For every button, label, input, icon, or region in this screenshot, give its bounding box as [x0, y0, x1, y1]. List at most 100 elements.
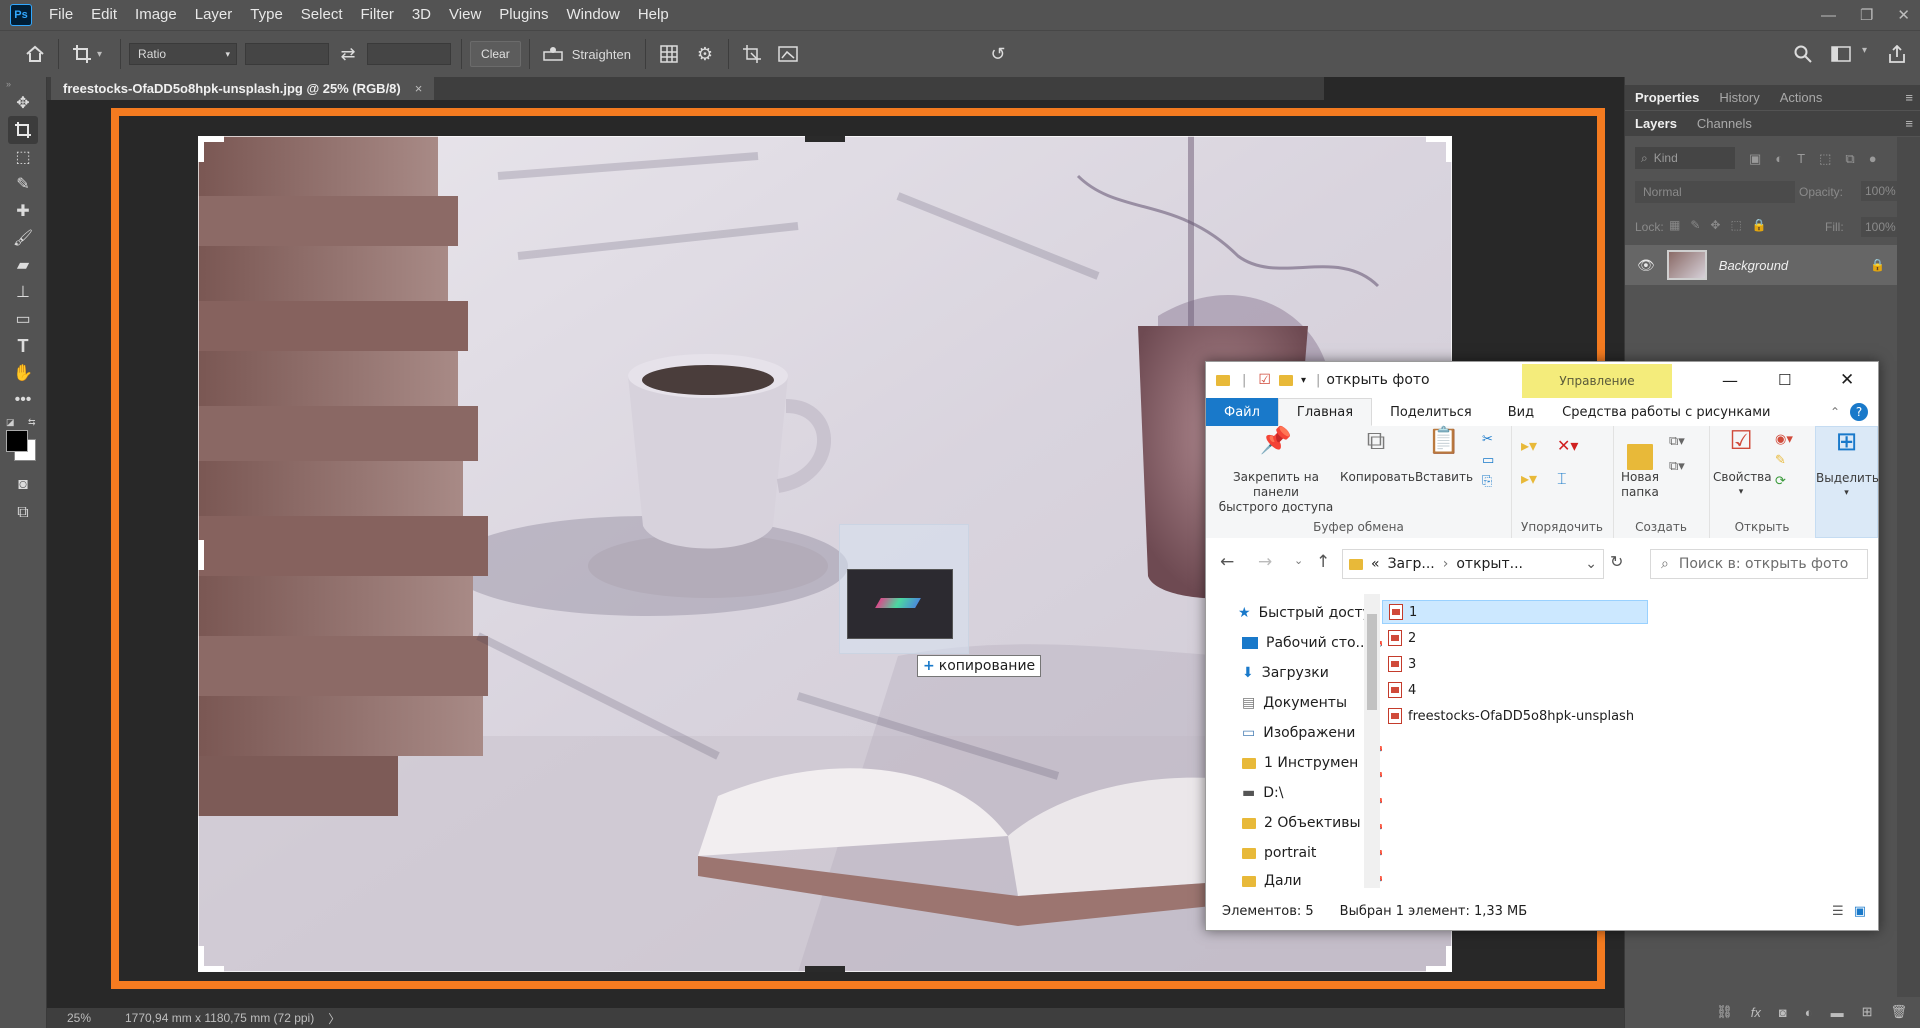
paste-button[interactable]: 📋 Вставить: [1414, 428, 1474, 485]
default-colors-icon[interactable]: ◪: [6, 417, 15, 428]
address-bar[interactable]: « Загр... › открыт... ⌄: [1342, 549, 1604, 579]
ratio-select[interactable]: Ratio ▾: [129, 43, 238, 65]
chevron-down-icon[interactable]: ▾: [1862, 45, 1867, 56]
collapse-icon[interactable]: »: [6, 79, 11, 89]
lock-all-icon[interactable]: 🔒: [1752, 218, 1767, 232]
more-tools-icon[interactable]: •••: [8, 386, 38, 414]
adjustment-filter-icon[interactable]: ◐: [1775, 151, 1783, 167]
screen-mode-icon[interactable]: ⧉: [8, 499, 38, 527]
nav-documents[interactable]: ▤ Документы: [1242, 692, 1347, 714]
menu-image[interactable]: Image: [126, 0, 186, 30]
close-icon[interactable]: ✕: [1897, 6, 1910, 24]
pixel-filter-icon[interactable]: ▣: [1749, 151, 1761, 167]
gear-icon[interactable]: ⚙: [690, 39, 720, 69]
details-view-icon[interactable]: ☰: [1832, 904, 1844, 919]
document-tab[interactable]: freestocks-OfaDD5o8hpk-unsplash.jpg @ 25…: [51, 77, 435, 100]
fill-input[interactable]: 100%: [1861, 217, 1901, 237]
nav-quick-access[interactable]: ★ Быстрый доступ: [1238, 602, 1380, 624]
refresh-icon[interactable]: ↻: [1610, 552, 1623, 571]
crop-tool-icon[interactable]: [8, 116, 38, 144]
chevron-down-icon[interactable]: ⌄: [1585, 556, 1597, 572]
menu-file[interactable]: File: [40, 0, 82, 30]
help-icon[interactable]: ?: [1850, 403, 1868, 421]
up-icon[interactable]: ↑: [1316, 552, 1330, 572]
close-tab-icon[interactable]: ×: [415, 81, 423, 96]
layer-row-background[interactable]: 👁 Background 🔒: [1625, 245, 1897, 285]
file-item-5[interactable]: freestocks-OfaDD5o8hpk-unsplash: [1382, 704, 1672, 728]
paste-shortcut-icon[interactable]: ⎘: [1482, 474, 1494, 489]
filter-toggle-icon[interactable]: ●: [1869, 151, 1877, 167]
copy-button[interactable]: ⧉ Копировать: [1340, 428, 1415, 485]
open-with-icon[interactable]: ◉▾: [1775, 432, 1793, 447]
menu-plugins[interactable]: Plugins: [490, 0, 557, 30]
quick-mask-icon[interactable]: ◙: [8, 471, 38, 499]
recent-locations-icon[interactable]: ⌄: [1294, 554, 1303, 567]
group-icon[interactable]: ▬: [1831, 1005, 1844, 1020]
tab-layers[interactable]: Layers: [1625, 116, 1687, 131]
select-button[interactable]: ⊞ Выделить ▾: [1816, 429, 1879, 501]
forward-icon[interactable]: →: [1258, 552, 1272, 572]
tab-share[interactable]: Поделиться: [1372, 398, 1490, 426]
collapse-ribbon-icon[interactable]: ⌃: [1830, 405, 1840, 419]
nav-folder-1[interactable]: 1 Инструмен: [1242, 752, 1358, 774]
menu-layer[interactable]: Layer: [186, 0, 242, 30]
straighten-icon[interactable]: [538, 39, 568, 69]
tab-history[interactable]: History: [1709, 90, 1769, 105]
manage-context-tab[interactable]: Управление: [1522, 364, 1672, 398]
reset-icon[interactable]: ↺: [983, 39, 1013, 69]
workspace-icon[interactable]: [1826, 39, 1856, 69]
stamp-tool-icon[interactable]: ⊥: [8, 278, 38, 306]
eye-icon[interactable]: 👁: [1637, 257, 1655, 274]
panel-menu-icon[interactable]: ≡: [1905, 90, 1913, 105]
lock-artboard-icon[interactable]: ⬚: [1730, 218, 1741, 232]
tab-picture-tools[interactable]: Средства работы с рисунками: [1552, 398, 1780, 426]
swap-icon[interactable]: ⇄: [333, 39, 363, 69]
blend-mode-select[interactable]: Normal: [1635, 181, 1795, 203]
fx-icon[interactable]: fx: [1751, 1005, 1761, 1020]
nav-downloads[interactable]: ⬇ Загрузки: [1242, 662, 1329, 684]
content-aware-icon[interactable]: [773, 39, 803, 69]
crop-tool-icon[interactable]: [67, 39, 97, 69]
new-layer-icon[interactable]: ⊞: [1862, 1004, 1873, 1020]
add-mask-icon[interactable]: ◙: [1779, 1005, 1787, 1020]
back-icon[interactable]: ←: [1220, 552, 1234, 572]
file-item-3[interactable]: 3: [1382, 652, 1648, 676]
tab-home[interactable]: Главная: [1277, 398, 1373, 426]
nav-pictures[interactable]: ▭ Изображени: [1242, 722, 1355, 744]
straighten-label[interactable]: Straighten: [572, 47, 631, 62]
lock-transparency-icon[interactable]: ▦: [1669, 218, 1680, 232]
tab-actions[interactable]: Actions: [1770, 90, 1833, 105]
adjustment-layer-icon[interactable]: ◐: [1805, 1005, 1813, 1020]
lock-paint-icon[interactable]: ✎: [1690, 218, 1700, 232]
kind-filter[interactable]: ⌕ Kind: [1635, 147, 1735, 169]
layer-name[interactable]: Background: [1719, 258, 1788, 273]
new-folder-quick-icon[interactable]: [1278, 374, 1293, 386]
menu-3d[interactable]: 3D: [403, 0, 440, 30]
grid-overlay-icon[interactable]: [654, 39, 684, 69]
link-layers-icon[interactable]: ⛓: [1716, 1004, 1733, 1020]
trash-icon[interactable]: 🗑: [1890, 1004, 1907, 1020]
tab-file[interactable]: Файл: [1206, 398, 1278, 426]
brush-tool-icon[interactable]: 🖌: [8, 224, 38, 252]
eyedropper-tool-icon[interactable]: ✎: [8, 170, 38, 198]
tab-properties[interactable]: Properties: [1625, 90, 1709, 105]
restore-icon[interactable]: ❐: [1860, 6, 1873, 24]
file-item-4[interactable]: 4: [1382, 678, 1648, 702]
file-item-2[interactable]: 2: [1382, 626, 1648, 650]
menu-help[interactable]: Help: [629, 0, 678, 30]
move-tool-icon[interactable]: ✥: [8, 89, 38, 117]
nav-dali[interactable]: Дали: [1242, 872, 1302, 890]
lock-position-icon[interactable]: ✥: [1710, 218, 1720, 232]
gradient-tool-icon[interactable]: ▭: [8, 305, 38, 333]
delete-cropped-pixels-icon[interactable]: [737, 39, 767, 69]
object-selection-tool-icon[interactable]: ⬚: [8, 143, 38, 171]
cut-icon[interactable]: ✂: [1482, 432, 1494, 447]
type-tool-icon[interactable]: T: [8, 332, 38, 360]
menu-type[interactable]: Type: [241, 0, 292, 30]
properties-quick-icon[interactable]: ☑: [1258, 372, 1271, 388]
panel-menu-icon[interactable]: ≡: [1905, 116, 1913, 131]
nav-scrollbar[interactable]: [1364, 594, 1380, 888]
status-menu-arrow[interactable]: 〉: [328, 1010, 340, 1027]
easy-access-icon[interactable]: ⧉▾: [1669, 459, 1685, 474]
copy-path-icon[interactable]: ▭: [1482, 453, 1494, 468]
